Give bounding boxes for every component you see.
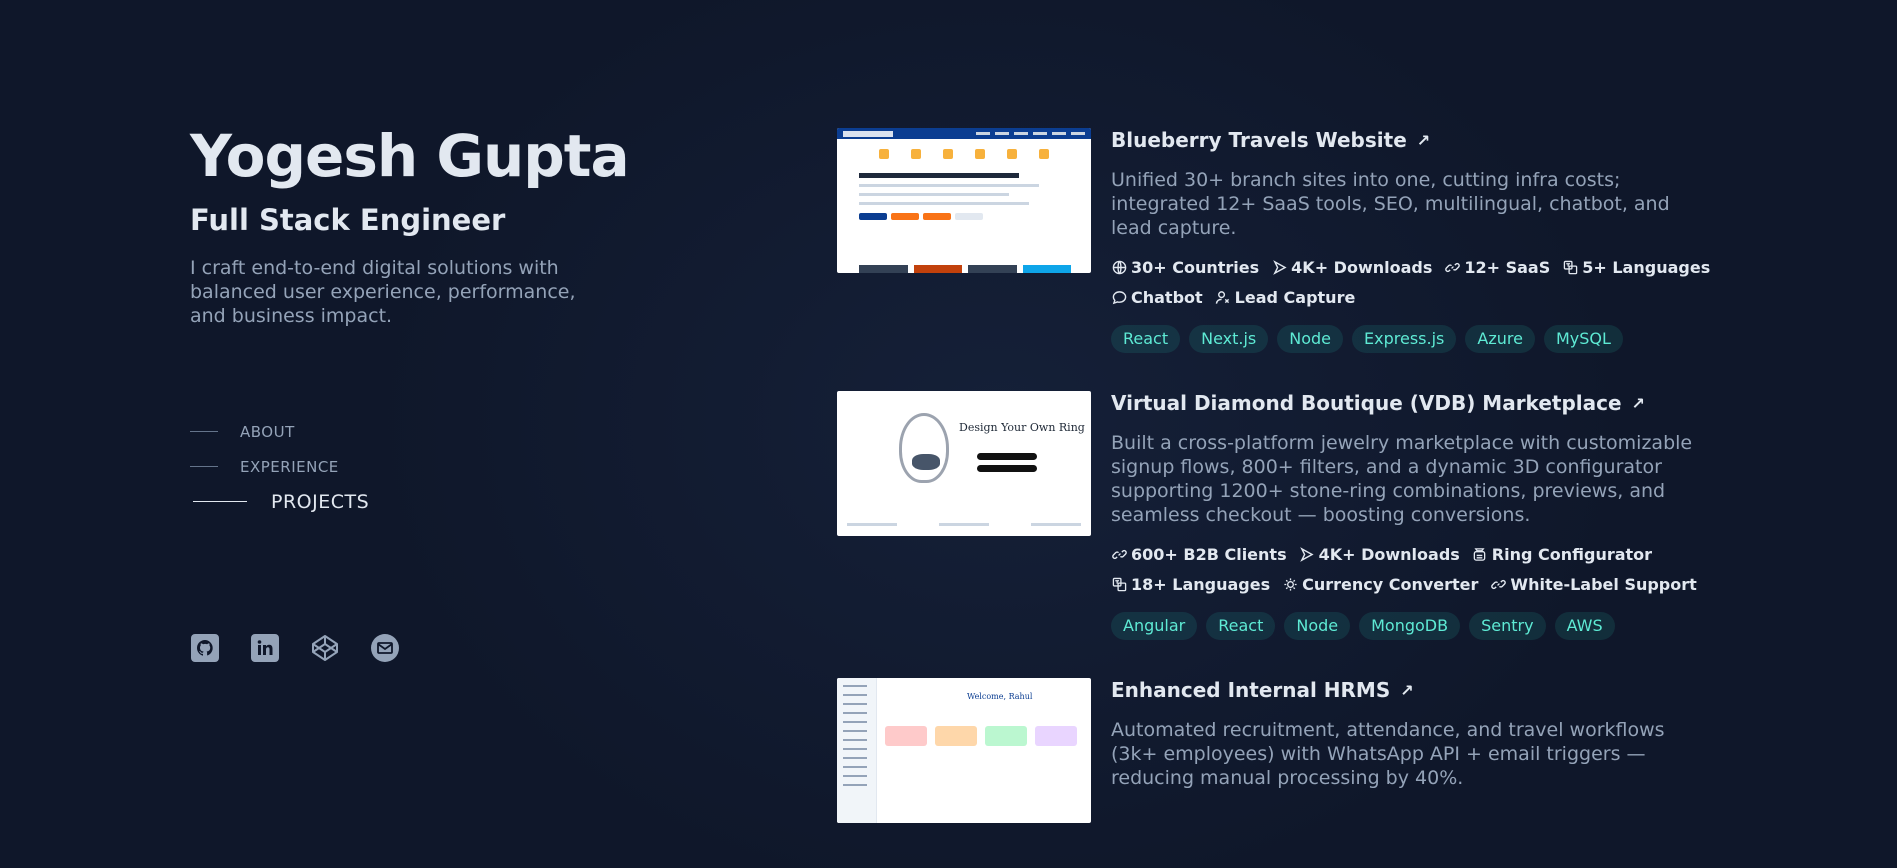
profile-tagline: I craft end-to-end digital solutions wit…	[190, 257, 576, 327]
translate-icon	[1562, 259, 1578, 275]
nav-label: PROJECTS	[271, 490, 370, 513]
project-description: Unified 30+ branch sites into one, cutti…	[1111, 169, 1670, 239]
social-links	[190, 633, 400, 663]
tech-tags: React Next.js Node Express.js Azure MySQ…	[1111, 325, 1717, 353]
thumbnail-heading: Welcome, Rahul	[967, 692, 1033, 701]
tech-tag: React	[1111, 325, 1181, 353]
tech-tag: MongoDB	[1359, 612, 1461, 640]
profile-name: Yogesh Gupta	[190, 122, 630, 190]
email-icon[interactable]	[370, 633, 400, 663]
tech-tag: Node	[1277, 325, 1344, 353]
tech-tag: Node	[1284, 612, 1351, 640]
chat-icon	[1111, 289, 1127, 305]
nav-item-about[interactable]: ABOUT	[190, 414, 369, 449]
project-stats: 30+ Countries 4K+ Downloads 12+ SaaS 5+ …	[1111, 256, 1711, 308]
tech-tag: MySQL	[1543, 325, 1623, 353]
link-icon	[1444, 259, 1460, 275]
link-icon	[1490, 576, 1506, 592]
external-link-arrow-icon: ↗	[1631, 393, 1645, 413]
nav-label: ABOUT	[240, 422, 295, 441]
profile-role: Full Stack Engineer	[190, 203, 506, 237]
linkedin-icon[interactable]	[250, 633, 280, 663]
stat-item: 30+ Countries	[1111, 256, 1259, 278]
external-link-arrow-icon: ↗	[1416, 130, 1431, 150]
project-description: Built a cross-platform jewelry marketpla…	[1111, 432, 1693, 526]
tech-tag: Next.js	[1189, 325, 1269, 353]
stat-item: White-Label Support	[1490, 573, 1697, 595]
tech-tag: Angular	[1111, 612, 1198, 640]
profile-column: Yogesh Gupta Full Stack Engineer I craft…	[190, 0, 750, 868]
project-card[interactable]: Design Your Own Ring Virtual Diamond Bou…	[837, 391, 1717, 640]
project-thumbnail	[837, 128, 1091, 273]
project-card[interactable]: Welcome, Rahul Enhanced Internal HRMS ↗ …	[837, 678, 1717, 823]
project-title-link[interactable]: Enhanced Internal HRMS ↗	[1111, 678, 1717, 702]
link-icon	[1111, 546, 1127, 562]
project-description: Automated recruitment, attendance, and t…	[1111, 719, 1665, 789]
external-link-arrow-icon: ↗	[1400, 680, 1414, 700]
tech-tag: Express.js	[1352, 325, 1457, 353]
tech-tag: AWS	[1554, 612, 1615, 640]
project-title: Blueberry Travels Website	[1111, 128, 1407, 152]
stat-item: Lead Capture	[1215, 286, 1355, 308]
project-thumbnail: Welcome, Rahul	[837, 678, 1091, 823]
nav-item-experience[interactable]: EXPERIENCE	[190, 449, 369, 484]
tech-tag: Azure	[1465, 325, 1535, 353]
nav-item-projects[interactable]: PROJECTS	[190, 484, 369, 519]
stat-item: Ring Configurator	[1472, 543, 1652, 565]
nav-indicator	[190, 466, 218, 467]
project-title-link[interactable]: Blueberry Travels Website ↗	[1111, 128, 1717, 152]
nav-indicator	[193, 501, 247, 502]
stat-item: 600+ B2B Clients	[1111, 543, 1287, 565]
tech-tag: Sentry	[1469, 612, 1546, 640]
translate-icon	[1111, 576, 1127, 592]
thumbnail-heading: Design Your Own Ring	[959, 421, 1085, 434]
stat-item: Chatbot	[1111, 286, 1203, 308]
project-title-link[interactable]: Virtual Diamond Boutique (VDB) Marketpla…	[1111, 391, 1717, 415]
stat-item: 4K+ Downloads	[1299, 543, 1460, 565]
stat-item: 12+ SaaS	[1444, 256, 1550, 278]
user-icon	[1215, 289, 1231, 305]
projects-list: Blueberry Travels Website ↗ Unified 30+ …	[837, 128, 1717, 861]
nav-label: EXPERIENCE	[240, 457, 339, 476]
stat-item: Currency Converter	[1282, 573, 1478, 595]
stat-item: 5+ Languages	[1562, 256, 1710, 278]
ring-icon	[1472, 546, 1488, 562]
play-icon	[1299, 546, 1315, 562]
globe-icon	[1111, 259, 1127, 275]
github-icon[interactable]	[190, 633, 220, 663]
project-title: Virtual Diamond Boutique (VDB) Marketpla…	[1111, 391, 1622, 415]
project-card[interactable]: Blueberry Travels Website ↗ Unified 30+ …	[837, 128, 1717, 353]
project-title: Enhanced Internal HRMS	[1111, 678, 1391, 702]
stat-item: 4K+ Downloads	[1271, 256, 1432, 278]
codepen-icon[interactable]	[310, 633, 340, 663]
tech-tags: Angular React Node MongoDB Sentry AWS	[1111, 612, 1717, 640]
nav-indicator	[190, 431, 218, 432]
play-icon	[1271, 259, 1287, 275]
section-nav: ABOUT EXPERIENCE PROJECTS	[190, 414, 369, 519]
tech-tag: React	[1206, 612, 1276, 640]
currency-icon	[1282, 576, 1298, 592]
stat-item: 18+ Languages	[1111, 573, 1270, 595]
project-stats: 600+ B2B Clients 4K+ Downloads Ring Conf…	[1111, 543, 1711, 595]
project-thumbnail: Design Your Own Ring	[837, 391, 1091, 536]
